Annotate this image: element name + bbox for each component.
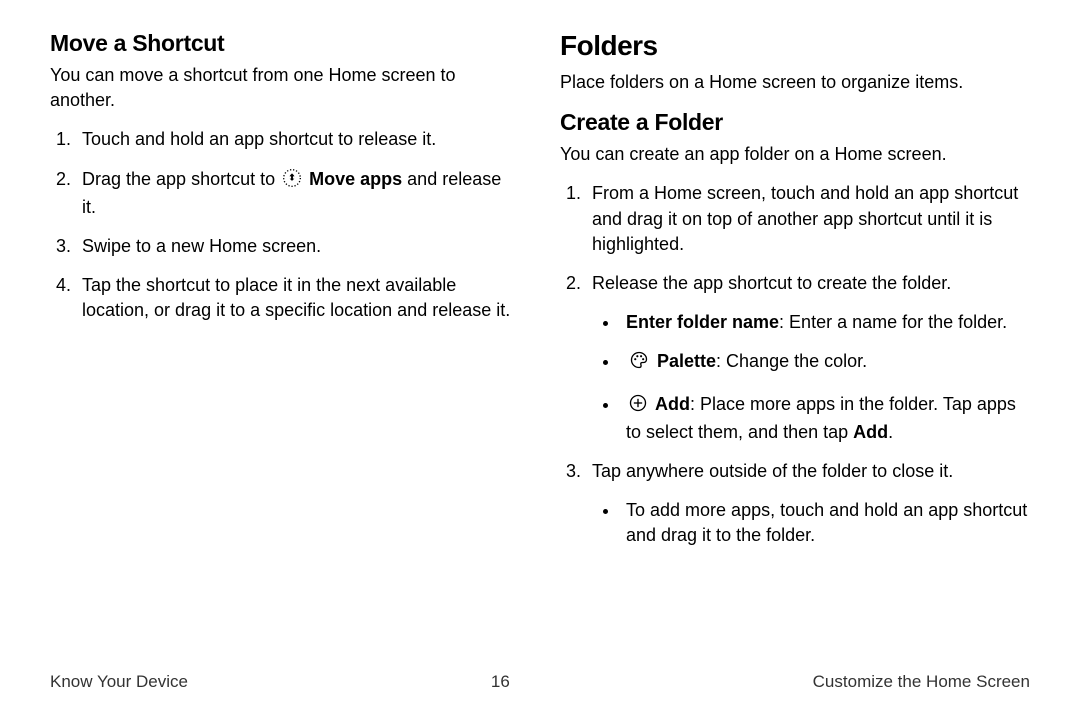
create-step-2-bullets: Enter folder name: Enter a name for the … <box>592 310 1030 445</box>
enter-name-desc: : Enter a name for the folder. <box>779 312 1007 332</box>
add-icon <box>628 393 648 420</box>
palette-label: Palette <box>657 351 716 371</box>
add-desc-b: . <box>888 422 893 442</box>
bullet-add: Add: Place more apps in the folder. Tap … <box>620 392 1030 445</box>
create-step-3-bullets: To add more apps, touch and hold an app … <box>592 498 1030 548</box>
page-footer: Know Your Device 16 Customize the Home S… <box>50 672 1030 692</box>
create-folder-intro: You can create an app folder on a Home s… <box>560 142 1030 167</box>
step-2: Drag the app shortcut to Move apps and r… <box>76 167 520 220</box>
footer-left: Know Your Device <box>50 672 188 692</box>
bullet-enter-name: Enter folder name: Enter a name for the … <box>620 310 1030 335</box>
add-desc-bold: Add <box>853 422 888 442</box>
heading-create-folder: Create a Folder <box>560 109 1030 136</box>
bullet-palette: Palette: Change the color. <box>620 349 1030 377</box>
step-1: Touch and hold an app shortcut to releas… <box>76 127 520 152</box>
step-4: Tap the shortcut to place it in the next… <box>76 273 520 323</box>
create-step-2: Release the app shortcut to create the f… <box>586 271 1030 445</box>
folders-intro: Place folders on a Home screen to organi… <box>560 70 1030 95</box>
move-shortcut-intro: You can move a shortcut from one Home sc… <box>50 63 520 113</box>
bullet-add-more: To add more apps, touch and hold an app … <box>620 498 1030 548</box>
footer-right: Customize the Home Screen <box>813 672 1030 692</box>
step-3: Swipe to a new Home screen. <box>76 234 520 259</box>
create-step-3: Tap anywhere outside of the folder to cl… <box>586 459 1030 549</box>
heading-move-shortcut: Move a Shortcut <box>50 30 520 57</box>
page-content: Move a Shortcut You can move a shortcut … <box>0 0 1080 622</box>
create-step-1: From a Home screen, touch and hold an ap… <box>586 181 1030 257</box>
create-folder-steps: From a Home screen, touch and hold an ap… <box>560 181 1030 548</box>
step-2-text-a: Drag the app shortcut to <box>82 169 280 189</box>
move-apps-icon <box>282 168 302 195</box>
enter-name-label: Enter folder name <box>626 312 779 332</box>
palette-icon <box>628 350 650 377</box>
create-step-3-text: Tap anywhere outside of the folder to cl… <box>592 461 953 481</box>
create-step-2-text: Release the app shortcut to create the f… <box>592 273 951 293</box>
right-column: Folders Place folders on a Home screen t… <box>560 30 1030 562</box>
left-column: Move a Shortcut You can move a shortcut … <box>50 30 520 562</box>
add-label: Add <box>655 394 690 414</box>
step-2-bold: Move apps <box>309 169 402 189</box>
heading-folders: Folders <box>560 30 1030 62</box>
move-shortcut-steps: Touch and hold an app shortcut to releas… <box>50 127 520 323</box>
palette-desc: : Change the color. <box>716 351 867 371</box>
footer-page-number: 16 <box>491 672 510 692</box>
